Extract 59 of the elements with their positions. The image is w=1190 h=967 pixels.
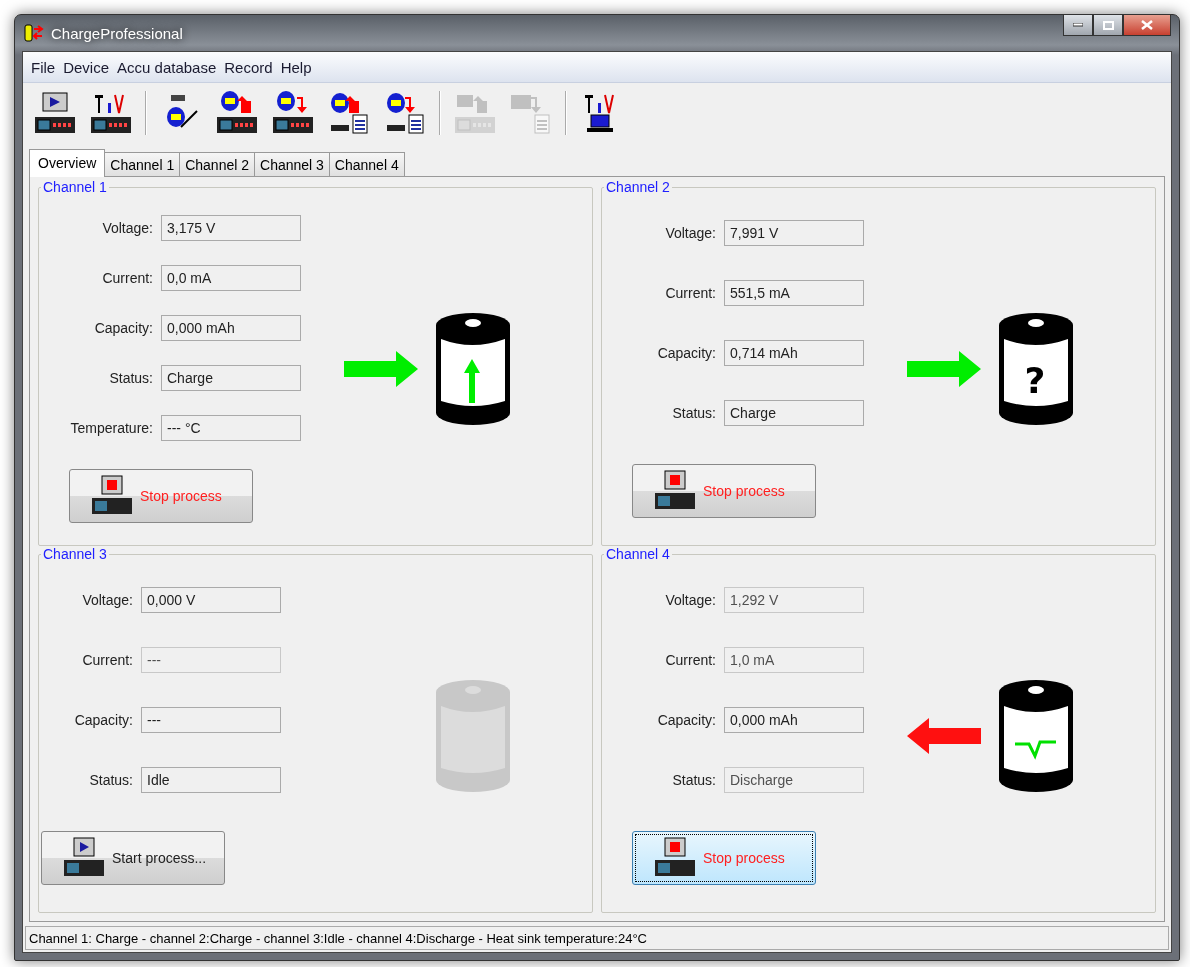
field-label: Capacity: bbox=[656, 712, 716, 728]
value-field: Discharge bbox=[724, 767, 864, 793]
tab[interactable]: Channel 4 bbox=[328, 152, 405, 177]
field-label: Voltage: bbox=[81, 592, 133, 608]
battery-icon: ? bbox=[997, 311, 1075, 427]
tab[interactable]: Channel 2 bbox=[179, 152, 255, 177]
value-field: --- bbox=[141, 707, 281, 733]
field-label: Current: bbox=[664, 285, 716, 301]
value-field: --- °C bbox=[161, 415, 301, 441]
menu-item[interactable]: Help bbox=[276, 58, 316, 76]
window-title: ChargeProfessional bbox=[51, 24, 184, 42]
tab[interactable]: Channel 1 bbox=[104, 152, 181, 177]
field-label: Status: bbox=[671, 405, 716, 421]
value-field: 0,714 mAh bbox=[724, 340, 864, 366]
app-icon bbox=[23, 23, 45, 43]
value-field: --- bbox=[141, 647, 281, 673]
panel-title: Channel 4 bbox=[605, 546, 671, 562]
value-field: 0,0 mA bbox=[161, 265, 301, 291]
value-field: Idle bbox=[141, 767, 281, 793]
field-label: Temperature: bbox=[69, 420, 153, 436]
value-field: 0,000 mAh bbox=[161, 315, 301, 341]
field-label: Current: bbox=[101, 270, 153, 286]
menu-item[interactable]: Record bbox=[220, 58, 277, 76]
value-field: 1,292 V bbox=[724, 587, 864, 613]
maximize-button[interactable] bbox=[1093, 15, 1123, 36]
field-label: Capacity: bbox=[656, 345, 716, 361]
menu-item[interactable]: File bbox=[27, 58, 60, 76]
value-field: Charge bbox=[724, 400, 864, 426]
field-label: Status: bbox=[88, 772, 133, 788]
field-label: Voltage: bbox=[101, 220, 153, 236]
field-label: Status: bbox=[108, 370, 153, 386]
field-label: Capacity: bbox=[93, 320, 153, 336]
panel-title: Channel 1 bbox=[42, 179, 108, 195]
field-label: Capacity: bbox=[73, 712, 133, 728]
close-button[interactable] bbox=[1123, 15, 1171, 36]
menu-item[interactable]: Accu database bbox=[113, 58, 221, 76]
menu-item[interactable]: Device bbox=[59, 58, 114, 76]
panel-title: Channel 3 bbox=[42, 546, 108, 562]
status-bar: Channel 1: Charge - channel 2:Charge - channel 3:Idle - channel 4:Discharge - Heat sink temperature:24°C bbox=[25, 926, 1169, 950]
value-field: 7,991 V bbox=[724, 220, 864, 246]
panel-title: Channel 2 bbox=[605, 179, 671, 195]
minimize-button[interactable] bbox=[1063, 15, 1093, 36]
field-label: Status: bbox=[671, 772, 716, 788]
field-label: Current: bbox=[81, 652, 133, 668]
value-field: 1,0 mA bbox=[724, 647, 864, 673]
tab[interactable]: Overview bbox=[29, 149, 106, 177]
value-field: 0,000 mAh bbox=[724, 707, 864, 733]
value-field: 0,000 V bbox=[141, 587, 281, 613]
field-label: Current: bbox=[664, 652, 716, 668]
field-label: Voltage: bbox=[664, 592, 716, 608]
field-label: Voltage: bbox=[664, 225, 716, 241]
close-icon bbox=[1141, 20, 1153, 30]
value-field: 3,175 V bbox=[161, 215, 301, 241]
minimize-icon bbox=[1073, 23, 1083, 27]
process-button[interactable]: Start process... bbox=[41, 831, 225, 885]
maximize-icon bbox=[1102, 20, 1114, 30]
value-field: Charge bbox=[161, 365, 301, 391]
value-field: 551,5 mA bbox=[724, 280, 864, 306]
tab[interactable]: Channel 3 bbox=[254, 152, 330, 177]
